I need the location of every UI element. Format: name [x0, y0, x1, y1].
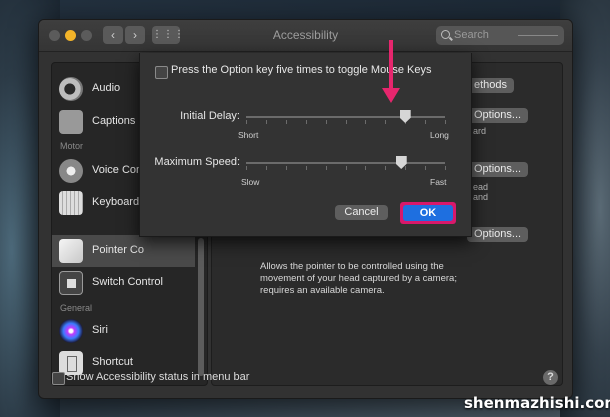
title-bar: ‹ › ⋮⋮⋮ Accessibility Search [39, 20, 572, 52]
mouse-keys-options-sheet: Press the Option key five times to toggl… [139, 53, 472, 237]
slider-tick [425, 166, 427, 170]
sidebar-item-label: Siri [92, 324, 108, 336]
toggle-mouse-keys-checkbox[interactable] [155, 66, 168, 79]
initial-delay-label: Initial Delay: [180, 110, 240, 122]
maximum-speed-label: Maximum Speed: [154, 156, 240, 168]
ok-button[interactable]: OK [403, 205, 453, 221]
show-status-label: Show Accessibility status in menu bar [66, 371, 250, 383]
slider-tick [325, 166, 327, 170]
slider-tick [345, 120, 347, 124]
sidebar-item-label: Shortcut [92, 356, 133, 368]
slider-tick [305, 166, 307, 170]
slider-tick [305, 120, 307, 124]
sidebar-item-label: Switch Control [92, 276, 163, 288]
search-icon [441, 30, 450, 39]
initial-delay-min-label: Short [238, 130, 259, 140]
mouse-keys-options-button[interactable]: Options... [467, 108, 529, 123]
slider-tick [285, 120, 287, 124]
speaker-icon [59, 77, 83, 101]
slider-tick [285, 166, 287, 170]
slider-tick [385, 120, 387, 124]
keyboard-icon [59, 191, 83, 215]
slider-tick [425, 120, 427, 124]
annotation-arrow-icon [382, 88, 400, 103]
alternate-methods-button[interactable]: ethods [467, 78, 515, 93]
section-header-general: General [60, 303, 93, 313]
slider-tick [265, 166, 267, 170]
sidebar-item-label: Voice Con [92, 164, 143, 176]
sidebar-item-switch-control[interactable]: Switch Control [52, 267, 195, 299]
siri-icon [59, 319, 83, 343]
help-button[interactable]: ? [543, 370, 558, 385]
initial-delay-slider-knob[interactable] [399, 110, 411, 123]
cancel-button[interactable]: Cancel [335, 205, 388, 220]
slider-tick [445, 166, 446, 170]
sidebar-item-label: Keyboard [92, 196, 140, 208]
ok-button-highlight: OK [400, 202, 456, 224]
sidebar-item-siri[interactable]: Siri [52, 315, 195, 347]
slider-tick [246, 166, 247, 170]
head-pointer-options-button[interactable]: Options... [467, 162, 529, 177]
slider-tick [246, 120, 247, 124]
slider-tick [325, 120, 327, 124]
sidebar-item-pointer-control[interactable]: Pointer Co [52, 235, 195, 267]
voice-control-icon [59, 159, 83, 183]
sidebar-item-label: Audio [92, 82, 121, 94]
search-placeholder: Search [454, 29, 489, 41]
initial-delay-slider[interactable] [246, 116, 445, 118]
sidebar-item-label: Pointer Co [92, 244, 144, 256]
show-status-checkbox[interactable] [52, 372, 65, 385]
slider-tick [385, 166, 387, 170]
annotation-arrow-shaft [389, 40, 393, 92]
captions-icon [59, 110, 83, 134]
switch-control-icon [59, 271, 83, 295]
head-pointer-description: Allows the pointer to be controlled usin… [260, 261, 457, 296]
slider-tick [405, 166, 407, 170]
pointer-icon [59, 239, 83, 263]
watermark: shenmazhishi.com [464, 394, 610, 412]
maximum-speed-max-label: Fast [430, 177, 447, 187]
slider-tick [445, 120, 446, 124]
slider-tick [365, 120, 367, 124]
truncated-text: ard [473, 126, 487, 136]
slider-tick [365, 166, 367, 170]
truncated-text: and [473, 192, 489, 202]
slider-tick [345, 166, 347, 170]
search-field-line [518, 35, 558, 36]
initial-delay-max-label: Long [430, 130, 449, 140]
sidebar-item-label: Captions [92, 115, 136, 127]
search-input[interactable]: Search [436, 26, 564, 45]
sidebar-scrollbar[interactable] [198, 238, 204, 376]
slider-tick [265, 120, 267, 124]
alternate-options-button[interactable]: Options... [467, 227, 529, 242]
maximum-speed-slider[interactable] [246, 162, 445, 164]
section-header-motor: Motor [60, 141, 84, 151]
maximum-speed-min-label: Slow [241, 177, 260, 187]
truncated-text: ead [473, 182, 489, 192]
